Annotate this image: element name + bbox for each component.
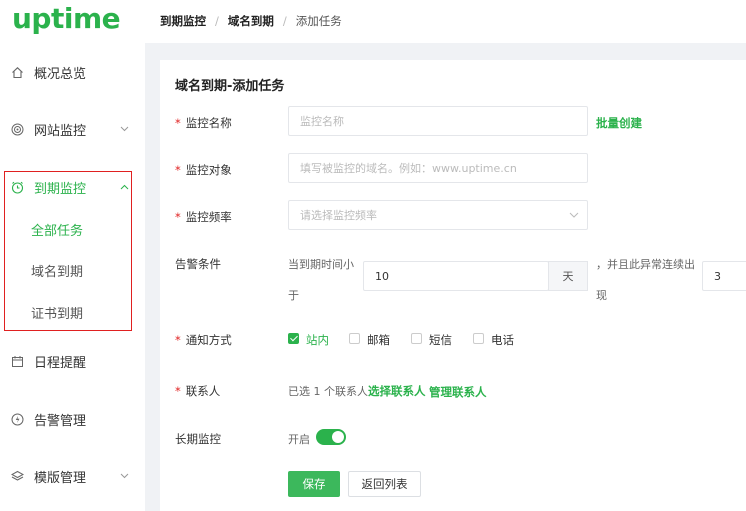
- chevron-down-icon: [569, 210, 579, 221]
- highlight-box: [4, 171, 132, 331]
- toggle-status-text: 开启: [288, 433, 310, 446]
- home-icon: [10, 65, 24, 79]
- breadcrumb-item[interactable]: 到期监控: [160, 13, 206, 29]
- notify-option-label[interactable]: 电话: [491, 332, 514, 348]
- breadcrumb-separator: /: [282, 14, 287, 28]
- monitor-frequency-select[interactable]: 请选择监控频率: [288, 200, 588, 230]
- expiry-days-input[interactable]: 10: [363, 261, 549, 291]
- sidebar: uptime 概况总览 网站监控 到期监控 全部任务 域名到期 证书到期 日程提…: [0, 0, 145, 511]
- sidebar-item-alert-manage[interactable]: 告警管理: [0, 398, 145, 440]
- notify-inapp-checkbox[interactable]: [288, 333, 299, 344]
- breadcrumb-item[interactable]: 域名到期: [228, 13, 274, 29]
- sidebar-item-template-manage[interactable]: 模版管理: [0, 455, 145, 497]
- calendar-icon: [10, 354, 24, 368]
- layers-icon: [10, 469, 24, 483]
- monitor-name-label: * 监控名称: [175, 116, 232, 130]
- notify-method-label: * 通知方式: [175, 333, 232, 347]
- monitor-target-input[interactable]: 填写被监控的域名。例如：www.uptime.cn: [288, 153, 588, 183]
- alert-condition-text: 当到期时间小: [288, 258, 354, 271]
- alert-condition-text: 于: [288, 289, 299, 302]
- monitor-name-input[interactable]: 监控名称: [288, 106, 588, 136]
- sidebar-item-label: 概况总览: [34, 66, 87, 82]
- alert-condition-text: ，并且此异常连续出: [596, 258, 695, 271]
- sidebar-item-label: 模版管理: [34, 470, 87, 486]
- sidebar-item-schedule[interactable]: 日程提醒: [0, 340, 145, 382]
- notify-option-label[interactable]: 站内: [306, 332, 329, 348]
- breadcrumb: 到期监控 / 域名到期 / 添加任务: [160, 13, 342, 29]
- chevron-down-icon: [120, 471, 129, 482]
- app-root: uptime 概况总览 网站监控 到期监控 全部任务 域名到期 证书到期 日程提…: [0, 0, 746, 511]
- sidebar-item-website-monitor[interactable]: 网站监控: [0, 108, 145, 150]
- radar-icon: [10, 122, 24, 136]
- select-contacts-link[interactable]: 选择联系人: [368, 383, 426, 399]
- chevron-down-icon: [120, 124, 129, 135]
- notify-option-label[interactable]: 短信: [429, 332, 452, 348]
- batch-create-link[interactable]: 批量创建: [596, 115, 642, 131]
- notify-sms-checkbox[interactable]: [411, 333, 422, 344]
- contacts-label: * 联系人: [175, 384, 221, 398]
- form-title: 域名到期-添加任务: [175, 79, 285, 94]
- alert-condition-text: 现: [596, 289, 607, 302]
- notify-phone-checkbox[interactable]: [473, 333, 484, 344]
- sidebar-item-overview[interactable]: 概况总览: [0, 51, 145, 93]
- breadcrumb-current: 添加任务: [295, 14, 342, 28]
- sidebar-item-label: 网站监控: [34, 123, 87, 139]
- sidebar-item-label: 日程提醒: [34, 355, 87, 371]
- save-button[interactable]: 保存: [288, 471, 340, 497]
- monitor-frequency-label: * 监控频率: [175, 210, 232, 224]
- monitor-target-label: * 监控对象: [175, 163, 232, 177]
- notify-option-label[interactable]: 邮箱: [367, 332, 390, 348]
- days-unit-addon: 天: [548, 261, 588, 291]
- long-term-monitor-label: 长期监控: [175, 432, 221, 446]
- lightning-icon: [10, 412, 24, 426]
- alert-condition-label: 告警条件: [175, 257, 221, 271]
- back-to-list-button[interactable]: 返回列表: [348, 471, 421, 497]
- contacts-selected-text: 已选 1 个联系人: [288, 385, 368, 398]
- sidebar-item-label: 告警管理: [34, 413, 87, 429]
- manage-contacts-link[interactable]: 管理联系人: [429, 384, 487, 400]
- consecutive-count-input[interactable]: 3: [702, 261, 746, 291]
- notify-email-checkbox[interactable]: [349, 333, 360, 344]
- long-term-monitor-toggle[interactable]: [316, 429, 346, 445]
- uptime-logo[interactable]: uptime: [12, 2, 121, 35]
- breadcrumb-separator: /: [215, 14, 219, 28]
